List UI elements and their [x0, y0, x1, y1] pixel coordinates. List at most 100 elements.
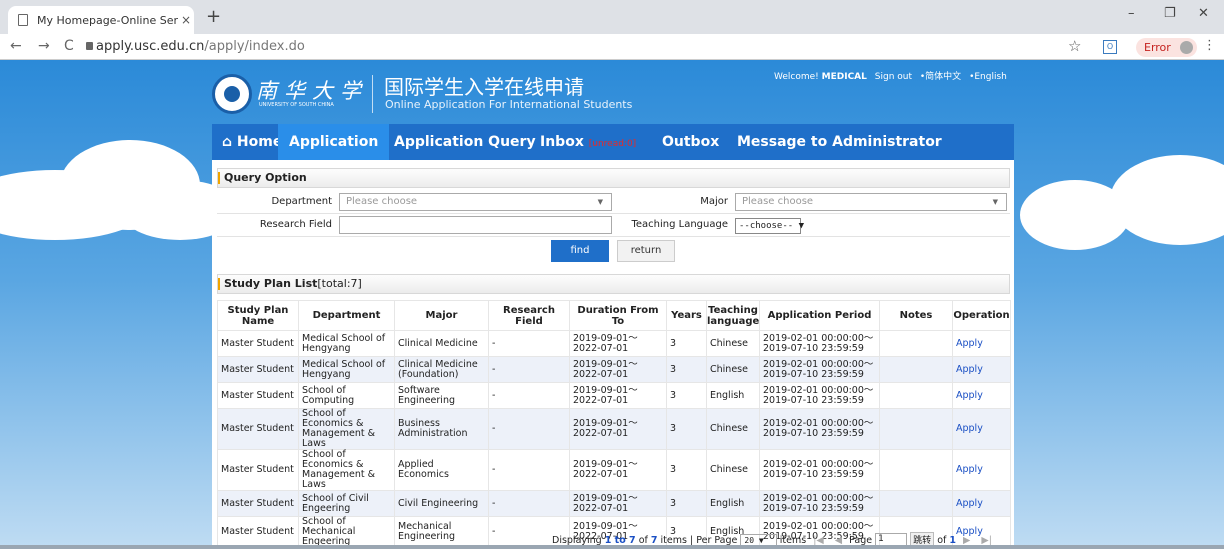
extension-icon[interactable]: O — [1103, 40, 1117, 54]
research-field-cell: - — [488, 449, 570, 491]
menu-application[interactable]: Application — [278, 124, 390, 160]
teaching-language-cell: Chinese — [706, 356, 760, 383]
lang-en-link[interactable]: •English — [969, 72, 1007, 82]
column-header: Operation — [952, 300, 1011, 331]
application-period-cell: 2019-02-01 00:00:00～ 2019-07-10 23:59:59 — [759, 490, 880, 517]
lang-cn-link[interactable]: •简体中文 — [920, 72, 961, 82]
column-header: Department — [298, 300, 395, 331]
notes-cell — [879, 382, 953, 409]
years-cell: 3 — [666, 330, 707, 357]
menu-message-admin[interactable]: Message to Administrator — [737, 124, 942, 160]
menu-outbox[interactable]: Outbox — [662, 124, 719, 160]
table-header-row: Study Plan Name Department Major Researc… — [217, 300, 1011, 331]
operation-cell[interactable]: Apply — [952, 382, 1011, 409]
duration-cell: 2019-09-01～2022-07-01 — [569, 449, 667, 491]
department-cell: School of Economics & Management & Laws — [298, 408, 395, 450]
table-row: Master Student Medical School of Hengyang… — [217, 330, 1011, 357]
research-field-cell: - — [488, 408, 570, 450]
new-tab-button[interactable]: + — [206, 6, 221, 27]
forward-button[interactable]: → — [38, 38, 50, 54]
query-option-title: Query Option — [217, 168, 1010, 188]
bookmark-star-icon[interactable]: ☆ — [1068, 37, 1081, 55]
url-path: /apply/index.do — [204, 39, 305, 54]
operation-cell[interactable]: Apply — [952, 408, 1011, 450]
page-icon — [18, 14, 28, 26]
major-cell: Clinical Medicine (Foundation) — [394, 356, 489, 383]
school-name-cn: 南华大学 — [256, 79, 368, 103]
operation-cell[interactable]: Apply — [952, 449, 1011, 491]
major-cell: Applied Economics — [394, 449, 489, 491]
major-cell: Civil Engineering — [394, 490, 489, 517]
main-menu: ⌂ Home Application Application Query Inb… — [212, 124, 1014, 160]
operation-cell[interactable]: Apply — [952, 490, 1011, 517]
menu-application-query[interactable]: Application Query — [394, 124, 536, 160]
department-select[interactable]: Please choose — [339, 193, 612, 211]
url-field[interactable]: apply.usc.edu.cn/apply/index.do — [96, 39, 305, 54]
table-row: Master Student Medical School of Hengyang… — [217, 356, 1011, 383]
notes-cell — [879, 408, 953, 450]
duration-cell: 2019-09-01～2022-07-01 — [569, 356, 667, 383]
study-plan-table: Study Plan Name Department Major Researc… — [217, 300, 1011, 548]
cloud-shape — [1110, 155, 1224, 245]
profile-error-button[interactable]: Error — [1136, 38, 1197, 57]
operation-cell[interactable]: Apply — [952, 356, 1011, 383]
years-cell: 3 — [666, 408, 707, 450]
application-period-cell: 2019-02-01 00:00:00～ 2019-07-10 23:59:59 — [759, 449, 880, 491]
column-header: Major — [394, 300, 489, 331]
research-field-cell: - — [488, 490, 570, 517]
header-divider — [372, 75, 373, 113]
column-header: Research Field — [488, 300, 570, 331]
sign-out-link[interactable]: Sign out — [875, 72, 912, 82]
menu-inbox[interactable]: Inbox [unread:0] — [540, 124, 636, 160]
per-page-value: 20 — [744, 535, 755, 545]
major-select[interactable]: Please choose — [735, 193, 1007, 211]
site-title-cn: 国际学生入学在线申请 — [384, 75, 584, 99]
research-field-cell: - — [488, 356, 570, 383]
application-period-cell: 2019-02-01 00:00:00～ 2019-07-10 23:59:59 — [759, 356, 880, 383]
browser-tab[interactable]: My Homepage-Online Service × — [8, 6, 194, 34]
tab-close-icon[interactable]: × — [178, 13, 194, 27]
back-button[interactable]: ← — [10, 38, 22, 54]
welcome-text: Welcome! — [774, 72, 819, 82]
total-count: [total:7] — [317, 277, 362, 290]
operation-cell[interactable]: Apply — [952, 330, 1011, 357]
teaching-language-cell: Chinese — [706, 449, 760, 491]
study-plan-list-title: Study Plan List[total:7] — [217, 274, 1010, 294]
major-cell: Business Administration — [394, 408, 489, 450]
maximize-button[interactable]: ❐ — [1164, 6, 1176, 21]
column-header: Years — [666, 300, 707, 331]
plan-name-cell: Master Student — [217, 330, 299, 357]
column-header: Duration From To — [569, 300, 667, 331]
school-name-en: UNIVERSITY OF SOUTH CHINA — [259, 102, 334, 108]
application-period-cell: 2019-02-01 00:00:00～ 2019-07-10 23:59:59 — [759, 330, 880, 357]
browser-tab-bar: My Homepage-Online Service × + – ❐ ✕ — [0, 0, 1224, 34]
teaching-language-select[interactable]: --choose-- ▼ — [735, 218, 804, 234]
table-row: Master Student School of Civil Engeering C… — [217, 490, 1011, 517]
bottom-border — [0, 545, 1224, 549]
reload-button[interactable]: C — [64, 38, 74, 54]
plan-name-cell: Master Student — [217, 490, 299, 517]
years-cell: 3 — [666, 490, 707, 517]
minimize-button[interactable]: – — [1128, 6, 1135, 21]
browser-menu-icon[interactable]: ⋮ — [1203, 38, 1216, 53]
return-button[interactable]: return — [617, 240, 675, 262]
research-field-input[interactable] — [339, 216, 612, 234]
plan-name-cell: Master Student — [217, 356, 299, 383]
university-logo — [212, 74, 252, 114]
divider — [217, 213, 1010, 214]
plan-name-cell: Master Student — [217, 449, 299, 491]
application-period-cell: 2019-02-01 00:00:00～ 2019-07-10 23:59:59 — [759, 382, 880, 409]
url-host: apply.usc.edu.cn — [96, 39, 205, 54]
user-links: Welcome! MEDICAL Sign out •简体中文 •English — [774, 69, 1007, 82]
avatar-icon — [1179, 41, 1193, 54]
home-icon: ⌂ — [222, 134, 233, 150]
menu-home[interactable]: ⌂ Home — [222, 124, 282, 160]
site-title-en: Online Application For International Stu… — [385, 98, 633, 111]
column-header: Notes — [879, 300, 953, 331]
teaching-language-cell: English — [706, 382, 760, 409]
find-button[interactable]: find — [551, 240, 609, 262]
duration-cell: 2019-09-01～2022-07-01 — [569, 382, 667, 409]
department-cell: Medical School of Hengyang — [298, 330, 395, 357]
years-cell: 3 — [666, 449, 707, 491]
window-close-button[interactable]: ✕ — [1198, 6, 1209, 21]
